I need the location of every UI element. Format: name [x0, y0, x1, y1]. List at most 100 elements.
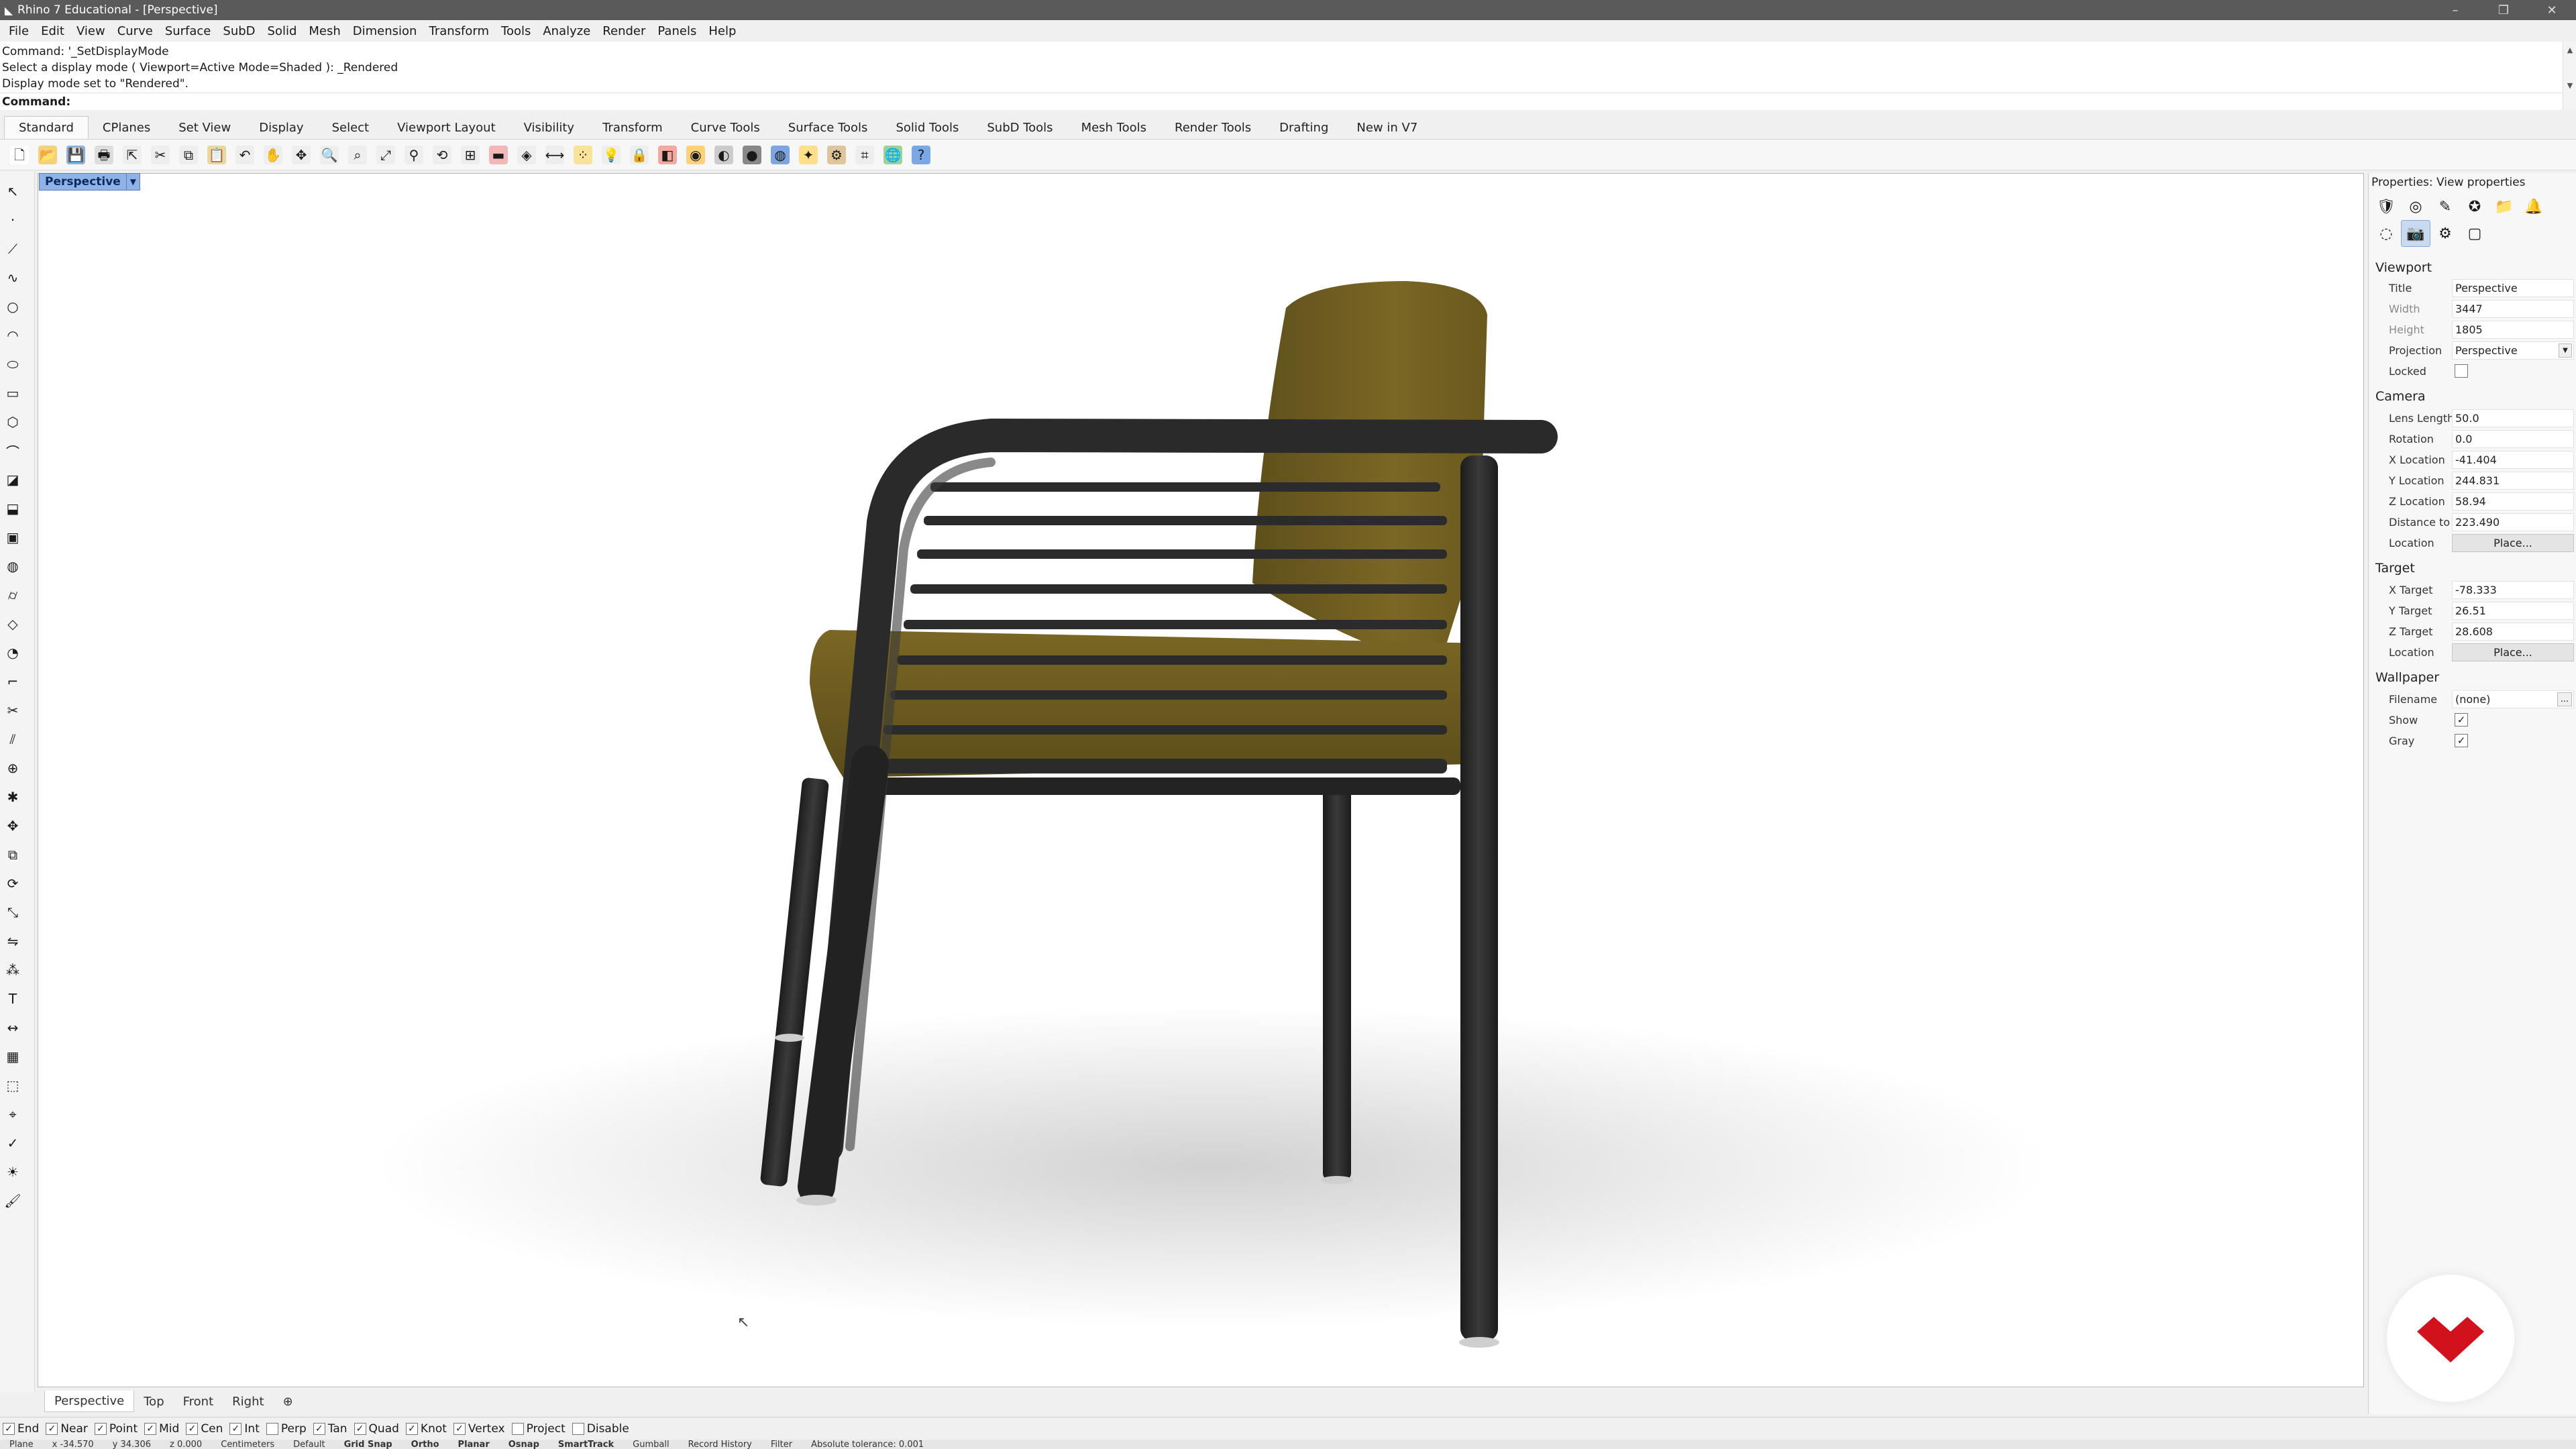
tab-standard[interactable]: Standard: [4, 116, 89, 139]
command-history-scrollbar[interactable]: ▲ ▼: [2563, 42, 2576, 110]
add-viewport-icon[interactable]: ⊕: [274, 1391, 303, 1412]
status-osnap[interactable]: Osnap: [499, 1440, 549, 1449]
zoom-button[interactable]: 🔍: [315, 141, 343, 169]
split-icon[interactable]: ⫽: [3, 729, 23, 749]
osnap-int-checkbox[interactable]: ✓: [229, 1422, 242, 1435]
osnap-project[interactable]: Project: [511, 1422, 566, 1436]
trim-icon[interactable]: ✂: [3, 700, 23, 720]
environment-icon[interactable]: ✪: [2460, 193, 2489, 220]
grid-snap-button[interactable]: ⌗: [851, 141, 879, 169]
viewport-tab-front[interactable]: Front: [174, 1391, 223, 1412]
locked-checkbox[interactable]: [2455, 364, 2468, 378]
osnap-tan[interactable]: ✓ Tan: [313, 1422, 347, 1436]
osnap-perp[interactable]: Perp: [266, 1422, 307, 1436]
render-button[interactable]: ◍: [766, 141, 794, 169]
arc-icon[interactable]: ◠: [3, 325, 23, 345]
osnap-point-checkbox[interactable]: ✓: [94, 1422, 107, 1435]
named-view-button[interactable]: ◈: [513, 141, 541, 169]
menu-analyze[interactable]: Analyze: [537, 24, 596, 38]
status-filter[interactable]: Filter: [761, 1440, 802, 1449]
section-wallpaper[interactable]: Wallpaper: [2375, 670, 2439, 685]
menu-subd[interactable]: SubD: [217, 24, 261, 38]
save-button[interactable]: 💾: [62, 141, 90, 169]
open-button[interactable]: 📂: [34, 141, 62, 169]
new-button[interactable]: 🗋: [5, 141, 34, 169]
rotate-icon[interactable]: ⟳: [3, 873, 23, 894]
material-icon[interactable]: ◎: [2401, 193, 2430, 220]
osnap-int[interactable]: ✓ Int: [229, 1422, 260, 1436]
cut-button[interactable]: ✂: [146, 141, 174, 169]
curve-icon[interactable]: ∿: [3, 268, 23, 288]
osnap-cen-checkbox[interactable]: ✓: [186, 1422, 199, 1435]
freeform-icon[interactable]: ⌒: [3, 441, 23, 461]
lens-length-field[interactable]: 50.0: [2452, 409, 2574, 427]
options-button[interactable]: ⚙: [822, 141, 851, 169]
render-tool-icon[interactable]: ☀: [3, 1162, 23, 1182]
osnap-mid-checkbox[interactable]: ✓: [144, 1422, 157, 1435]
move-icon[interactable]: ✥: [3, 816, 23, 836]
extrude-icon[interactable]: ⬓: [3, 498, 23, 519]
projection-select[interactable]: Perspective ▼: [2452, 341, 2574, 360]
named-cplane-button[interactable]: ⟷: [541, 141, 569, 169]
print-button[interactable]: 🖶: [90, 141, 118, 169]
osnap-project-checkbox[interactable]: [511, 1422, 524, 1435]
four-viewports-button[interactable]: ⊞: [456, 141, 484, 169]
status-planar[interactable]: Planar: [449, 1440, 499, 1449]
tab-drafting[interactable]: Drafting: [1265, 116, 1342, 139]
paste-button[interactable]: 📋: [203, 141, 231, 169]
layer-button[interactable]: ◧: [653, 141, 682, 169]
export-button[interactable]: ⇱: [118, 141, 146, 169]
lock-button[interactable]: 🔒: [625, 141, 653, 169]
tab-transform[interactable]: Transform: [588, 116, 677, 139]
osnap-knot-checkbox[interactable]: ✓: [405, 1422, 418, 1435]
viewport-tab-right[interactable]: Right: [223, 1391, 273, 1412]
highlight-button[interactable]: ✦: [794, 141, 822, 169]
osnap-near[interactable]: ✓ Near: [46, 1422, 88, 1436]
osnap-cen[interactable]: ✓ Cen: [186, 1422, 223, 1436]
light-button[interactable]: 💡: [597, 141, 625, 169]
z-target-field[interactable]: 28.608: [2452, 622, 2574, 641]
cylinder-icon[interactable]: ⌭: [3, 585, 23, 605]
globe-button[interactable]: 🌐: [879, 141, 907, 169]
notification-icon[interactable]: 🔔: [2519, 193, 2548, 220]
menu-render[interactable]: Render: [596, 24, 651, 38]
sphere-icon[interactable]: ◍: [3, 556, 23, 576]
viewport-menu-arrow-icon[interactable]: ▼: [125, 174, 140, 190]
menu-help[interactable]: Help: [702, 24, 742, 38]
tab-new-in-v7[interactable]: New in V7: [1342, 116, 1432, 139]
more-icon[interactable]: ◌: [2371, 220, 2401, 247]
menu-solid[interactable]: Solid: [262, 24, 303, 38]
dimension-icon[interactable]: ↔: [3, 1018, 23, 1038]
zoom-window-button[interactable]: ⌕: [343, 141, 372, 169]
status-ortho[interactable]: Ortho: [402, 1440, 449, 1449]
point-icon[interactable]: ·: [3, 210, 23, 230]
x-target-field[interactable]: -78.333: [2452, 580, 2574, 599]
restore-button[interactable]: ❐: [2479, 0, 2528, 20]
perspective-viewport[interactable]: ↖: [38, 173, 2364, 1387]
menu-transform[interactable]: Transform: [423, 24, 495, 38]
undo-view-button[interactable]: ⟲: [428, 141, 456, 169]
rotation-field[interactable]: 0.0: [2452, 429, 2574, 448]
select-arrow-icon[interactable]: ↖: [3, 181, 23, 201]
minimize-button[interactable]: –: [2431, 0, 2479, 20]
box-icon[interactable]: ▣: [3, 527, 23, 547]
osnap-vertex[interactable]: ✓ Vertex: [453, 1422, 505, 1436]
menu-surface[interactable]: Surface: [159, 24, 217, 38]
tab-cplanes[interactable]: CPlanes: [89, 116, 164, 139]
show-checkbox[interactable]: ✓: [2455, 713, 2468, 727]
osnap-tan-checkbox[interactable]: ✓: [313, 1422, 325, 1435]
tab-display[interactable]: Display: [245, 116, 317, 139]
color-wheel-button[interactable]: ◉: [682, 141, 710, 169]
tab-subd-tools[interactable]: SubD Tools: [973, 116, 1067, 139]
target-place-button[interactable]: Place...: [2452, 643, 2574, 661]
analyze-icon[interactable]: ⌖: [3, 1104, 23, 1124]
tab-viewport-layout[interactable]: Viewport Layout: [383, 116, 510, 139]
status-cplane[interactable]: Plane: [0, 1440, 43, 1449]
undo-button[interactable]: ↶: [231, 141, 259, 169]
circle-icon[interactable]: ○: [3, 297, 23, 317]
scroll-up-icon[interactable]: ▲: [2563, 42, 2576, 58]
distance-field[interactable]: 223.490: [2452, 513, 2574, 531]
osnap-near-checkbox[interactable]: ✓: [46, 1422, 58, 1435]
array-icon[interactable]: ⁂: [3, 960, 23, 980]
ellipse-icon[interactable]: ⬭: [3, 354, 23, 374]
